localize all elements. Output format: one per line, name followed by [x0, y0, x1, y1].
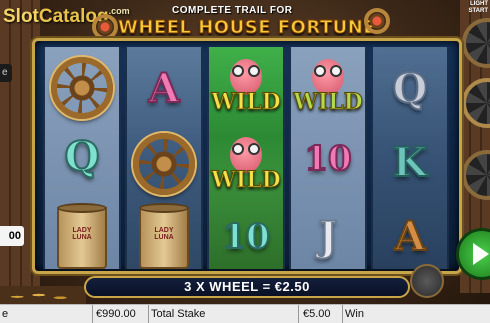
win-banner: 3 X WHEEL = €2.50 [84, 276, 410, 298]
game-stage: SlotCatalog.com COMPLETE TRAIL FOR WHEEL… [0, 0, 490, 323]
total-stake-label: Total Stake [151, 308, 206, 320]
can-icon: LADY LUNA [139, 203, 189, 269]
lady-luna-can-symbol: LADY LUNA [129, 203, 199, 269]
reel-3: WILD WILD 10 [207, 47, 285, 269]
symbol-10: 10 [303, 138, 352, 180]
symbol-j: J [318, 212, 339, 261]
symbol-q: Q [392, 64, 429, 113]
ship-wheel-symbol [47, 57, 117, 119]
ship-wheel-icon [364, 8, 390, 34]
wild-label: WILD [293, 89, 364, 116]
win-amount-value: €5.00 [303, 308, 331, 320]
symbol-a: A [393, 212, 426, 261]
reel-5: Q K A [371, 47, 449, 269]
symbol-10: 10 [221, 216, 270, 258]
feature-name-title: WHEEL HOUSE FORTUNE [117, 17, 377, 39]
wild-label: WILD [211, 89, 282, 116]
ship-wheel-icon [92, 14, 118, 40]
reel-2: A LADY LUNA [125, 47, 203, 269]
left-value-stub: 00 [0, 226, 24, 246]
reel-1: Q LADY LUNA [43, 47, 121, 269]
crab-wild-symbol: WILD [211, 51, 281, 121]
reel-4: WILD 10 J [289, 47, 367, 269]
symbol-q: Q [64, 132, 101, 181]
ship-wheel-icon [133, 133, 195, 195]
left-panel-stub[interactable]: e [0, 64, 12, 82]
ship-wheel-icon [51, 57, 113, 119]
symbol-a: A [147, 64, 180, 113]
balance-value: €990.00 [96, 308, 136, 320]
win-label: Win [345, 308, 364, 320]
ship-wheel-symbol [129, 133, 199, 195]
can-icon: LADY LUNA [57, 203, 107, 269]
crab-wild-symbol: WILD [211, 129, 281, 199]
gold-coins-decoration [0, 286, 86, 304]
status-bar: e €990.00 Total Stake €5.00 Win [0, 304, 490, 323]
symbol-k: K [392, 138, 429, 187]
trail-title: COMPLETE TRAIL FOR [172, 5, 293, 16]
wild-label: WILD [211, 167, 282, 194]
reel-frame: Q LADY LUNA A LADY LUNA WILD WILD 10 WIL… [32, 38, 462, 274]
crab-wild-symbol: WILD [293, 51, 363, 121]
status-left-text: e [2, 308, 9, 320]
autoplay-button[interactable] [410, 264, 444, 298]
light-start-label: LIGHT START [468, 1, 488, 14]
lady-luna-can-symbol: LADY LUNA [47, 203, 117, 269]
